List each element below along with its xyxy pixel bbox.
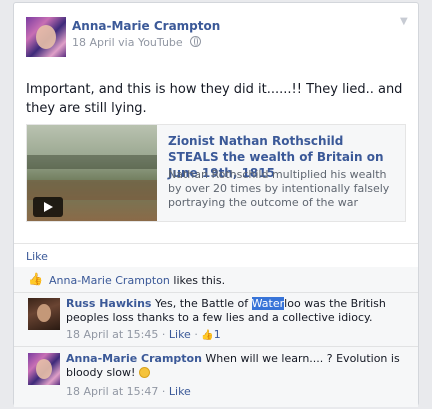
post-card: Anna-Marie Crampton 18 April via YouTube… [13,2,419,407]
shared-link-card[interactable]: Zionist Nathan Rothschild STEALS the wea… [26,124,406,222]
link-description: Nathan Rothschild multiplied his wealth … [168,168,390,208]
post-via: via YouTube [118,36,183,49]
comment-like-button[interactable]: Like [169,385,191,398]
thumbs-up-icon: 👍 [28,272,43,286]
smiley-emoticon-icon [138,367,150,378]
comment-time[interactable]: 18 April at 15:47 [66,385,158,398]
commenter-avatar[interactable] [28,353,60,385]
post-actions: Like [14,243,418,267]
selected-text: Water [251,297,285,310]
post-text: Important, and this is how they did it..… [26,82,403,116]
comment-meta: 18 April at 15:45 · Like · 👍1 [66,328,221,341]
comment-text-before: Yes, the Battle of [151,297,252,310]
globe-icon [190,36,202,47]
comment-author[interactable]: Anna-Marie Crampton [66,352,202,365]
commenter-avatar[interactable] [28,298,60,330]
comment: Anna-Marie Crampton When will we learn..… [14,348,418,404]
post-author-name[interactable]: Anna-Marie Crampton [72,19,220,33]
author-avatar[interactable] [26,17,66,57]
like-button[interactable]: Like [26,250,48,263]
comment-body: Russ Hawkins Yes, the Battle of Waterloo… [66,297,406,325]
chevron-down-icon[interactable]: ▼ [400,17,410,27]
comment-like-count[interactable]: 1 [214,328,221,341]
video-thumbnail[interactable] [27,125,157,221]
comment-time[interactable]: 18 April at 15:45 [66,328,158,341]
likes-suffix: likes this. [169,274,226,287]
comment-author[interactable]: Russ Hawkins [66,297,151,310]
comment-meta: 18 April at 15:47 · Like [66,385,191,398]
post-meta: 18 April via YouTube [72,36,202,49]
likes-row: 👍 Anna-Marie Crampton likes this. [14,267,418,293]
play-icon[interactable] [33,197,63,217]
comment-like-button[interactable]: Like [169,328,191,341]
thumbs-up-icon: 👍 [201,330,214,341]
comment-body: Anna-Marie Crampton When will we learn..… [66,352,406,380]
liker-name[interactable]: Anna-Marie Crampton [49,274,170,287]
comments-section: 👍 Anna-Marie Crampton likes this. Russ H… [14,267,418,407]
comment: Russ Hawkins Yes, the Battle of Waterloo… [14,293,418,347]
post-date[interactable]: 18 April [72,36,115,49]
